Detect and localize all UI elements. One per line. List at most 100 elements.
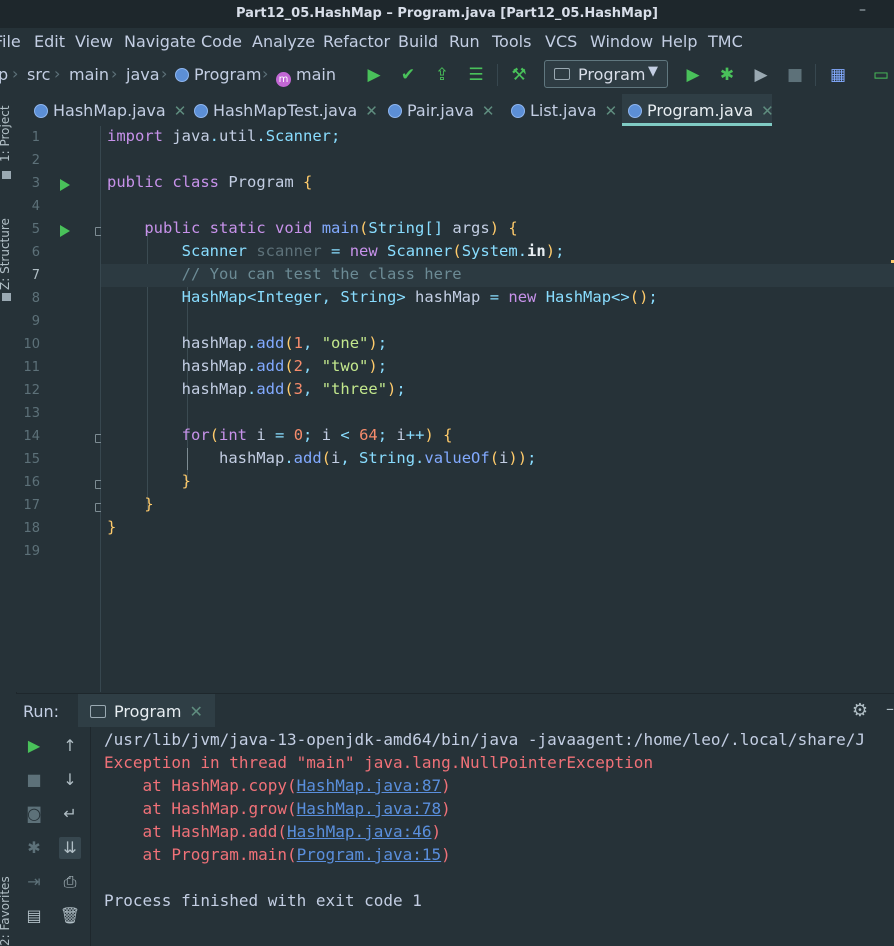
- menu-refactor[interactable]: Refactor: [323, 32, 390, 51]
- console-stack-line: at HashMap.copy(HashMap.java:87): [104, 776, 451, 795]
- run-toolbar: ▶ ↑ ■ ↓ ◙ ↵ ✱ ⇊ ⇥ ⎙ ▤ 🗑: [16, 727, 91, 946]
- code-line-text: // You can test the class here: [181, 265, 462, 283]
- run-tab-program[interactable]: Program ✕: [78, 694, 215, 727]
- line-number: 9: [31, 314, 40, 329]
- code-line: }: [101, 494, 894, 517]
- run-icon[interactable]: ▶: [363, 64, 385, 86]
- line-number: 5: [31, 222, 40, 237]
- print-icon[interactable]: ⎙: [59, 871, 81, 893]
- menu-tmc[interactable]: TMC: [708, 32, 743, 51]
- debug-bug-icon[interactable]: ✱: [716, 64, 738, 86]
- code-editor[interactable]: import java.util.Scanner; public class P…: [101, 126, 894, 692]
- build-hammer-icon[interactable]: ⚒: [508, 64, 530, 86]
- editor-tabs: HashMap.java ✕ HashMapTest.java ✕ Pair.jav…: [16, 94, 894, 127]
- structure-icon: [2, 293, 11, 301]
- structure-tool-window[interactable]: Z: Structure: [0, 218, 12, 290]
- line-number: 15: [23, 452, 40, 467]
- menu-vcs[interactable]: VCS: [545, 32, 577, 51]
- close-icon[interactable]: ✕: [365, 102, 378, 120]
- run-configuration-select[interactable]: Program ▼: [544, 60, 668, 88]
- code-line: public static void main(String[] args) {: [101, 218, 894, 241]
- minimize-panel-icon[interactable]: –: [886, 699, 894, 718]
- minimize-icon[interactable]: –: [859, 2, 866, 18]
- favorites-tool-window[interactable]: 2: Favorites: [0, 876, 12, 946]
- tab-hashmap-java[interactable]: HashMap.java ✕: [24, 94, 186, 126]
- test-check-icon[interactable]: ✔: [397, 64, 419, 86]
- run-class-icon[interactable]: [60, 179, 70, 191]
- breadcrumb-src[interactable]: src: [27, 65, 50, 84]
- breadcrumb-method-label: main: [296, 65, 336, 84]
- breadcrumb-method[interactable]: m main: [276, 65, 336, 87]
- layout-icon[interactable]: ▤: [23, 905, 45, 927]
- folder-icon: [2, 171, 11, 179]
- close-icon[interactable]: ✕: [482, 102, 495, 120]
- breadcrumb-java[interactable]: java: [126, 65, 160, 84]
- menu-code[interactable]: Code: [201, 32, 242, 51]
- project-tool-window[interactable]: 1: Project: [0, 105, 12, 162]
- stack-prefix: at HashMap.grow(: [104, 799, 297, 818]
- tab-pair-java[interactable]: Pair.java ✕: [384, 94, 502, 126]
- soft-wrap-icon[interactable]: ↵: [59, 803, 81, 825]
- menu-edit[interactable]: Edit: [34, 32, 65, 51]
- tab-label: Program.java: [647, 101, 754, 120]
- stack-link[interactable]: HashMap.java:87: [297, 776, 442, 795]
- breadcrumb-root[interactable]: p: [0, 65, 8, 84]
- menu-view[interactable]: View: [75, 32, 113, 51]
- submit-upload-icon[interactable]: ⇪: [431, 64, 453, 86]
- code-line: }: [101, 517, 894, 540]
- menu-build[interactable]: Build: [398, 32, 438, 51]
- project-structure-icon[interactable]: ▦: [827, 64, 849, 86]
- tab-list-java[interactable]: List.java ✕: [507, 94, 619, 126]
- run-console[interactable]: /usr/lib/jvm/java-13-openjdk-amd64/bin/j…: [91, 727, 894, 946]
- stack-link[interactable]: Program.java:15: [297, 845, 442, 864]
- tab-program-java[interactable]: Program.java ✕: [622, 94, 774, 126]
- class-icon: [628, 104, 642, 118]
- run-main-icon[interactable]: [60, 225, 70, 237]
- close-icon[interactable]: ✕: [605, 102, 618, 120]
- stop-icon[interactable]: ■: [23, 769, 45, 791]
- code-line-text: for(int i = 0; i < 64; i++) {: [181, 426, 453, 444]
- list-icon[interactable]: ☰: [465, 64, 487, 86]
- breadcrumb-program[interactable]: Program: [175, 65, 262, 84]
- menu-navigate[interactable]: Navigate: [124, 32, 196, 51]
- breadcrumb-separator-icon: ›: [161, 64, 168, 83]
- rerun-icon[interactable]: ▶: [23, 735, 45, 757]
- code-line: HashMap<Integer, String> hashMap = new H…: [101, 287, 894, 310]
- coverage-icon[interactable]: ▶: [750, 64, 772, 86]
- line-number: 6: [31, 245, 40, 260]
- arrow-up-icon[interactable]: ↑: [59, 735, 81, 757]
- stack-link[interactable]: HashMap.java:46: [287, 822, 432, 841]
- run-icon[interactable]: ▶: [682, 64, 704, 86]
- code-line: import java.util.Scanner;: [101, 126, 894, 149]
- stop-icon[interactable]: ■: [784, 64, 806, 86]
- tab-hashmaptest-java[interactable]: HashMapTest.java ✕: [190, 94, 378, 126]
- menu-tools[interactable]: Tools: [492, 32, 531, 51]
- code-line: public class Program {: [101, 172, 894, 195]
- settings-debug-icon[interactable]: ✱: [23, 837, 45, 859]
- close-icon[interactable]: ✕: [174, 102, 187, 120]
- exit-icon[interactable]: ⇥: [23, 871, 45, 893]
- breadcrumb-main[interactable]: main: [69, 65, 109, 84]
- terminal-icon[interactable]: ▭: [870, 64, 892, 86]
- scroll-to-end-icon[interactable]: ⇊: [59, 837, 81, 859]
- menu-file[interactable]: File: [0, 32, 21, 51]
- arrow-down-icon[interactable]: ↓: [59, 769, 81, 791]
- stack-link[interactable]: HashMap.java:78: [297, 799, 442, 818]
- gear-icon[interactable]: ⚙: [852, 700, 868, 721]
- breadcrumb-separator-icon: ›: [111, 64, 118, 83]
- line-number: 14: [23, 429, 40, 444]
- menu-help[interactable]: Help: [661, 32, 697, 51]
- trash-icon[interactable]: 🗑: [59, 905, 81, 927]
- menu-run[interactable]: Run: [449, 32, 480, 51]
- code-line-current: // You can test the class here: [101, 264, 894, 287]
- code-line: hashMap.add(3, "three");: [101, 379, 894, 402]
- menu-window[interactable]: Window: [590, 32, 653, 51]
- close-icon[interactable]: ✕: [190, 702, 203, 721]
- code-line-text: hashMap.add(2, "two");: [107, 357, 388, 375]
- close-icon[interactable]: ✕: [761, 102, 774, 120]
- camera-icon[interactable]: ◙: [23, 803, 45, 825]
- line-number: 3: [31, 176, 40, 191]
- menu-analyze[interactable]: Analyze: [252, 32, 315, 51]
